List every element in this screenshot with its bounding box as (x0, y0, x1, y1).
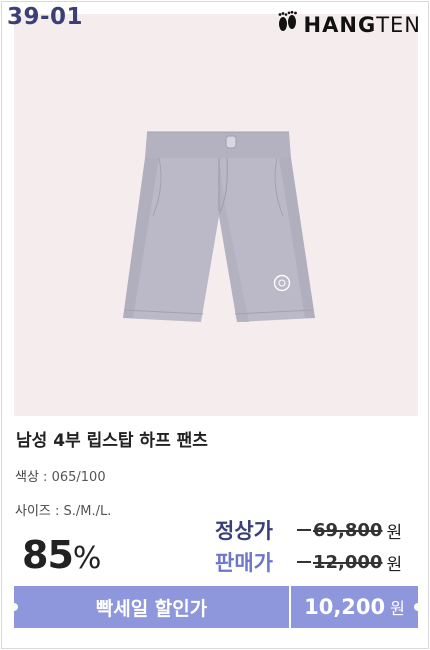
size-info: 사이즈 : S./M./L. (15, 504, 112, 519)
promo-price-bar[interactable]: 빡세일 할인가 10,200 원 (10, 586, 422, 628)
regular-price-row: 정상가 69,800 원 (215, 515, 402, 545)
ticket-notch-left (10, 603, 18, 611)
promo-price-value: 10,200 (304, 595, 386, 619)
brand-wordmark: HANGTEN (303, 13, 421, 37)
sale-price-label: 판매가 (215, 551, 273, 575)
product-image[interactable] (14, 14, 418, 416)
sale-price-unit: 원 (386, 554, 403, 575)
strike-dash (297, 561, 311, 563)
brand-logo: HANGTEN (277, 10, 421, 39)
sale-price-value: 12,000 (313, 551, 383, 573)
promo-label: 빡세일 할인가 (95, 597, 208, 620)
shorts-illustration (119, 106, 319, 330)
color-value: 065/100 (51, 470, 106, 485)
size-value: S./M./L. (63, 504, 112, 519)
ticket-notch-right (414, 603, 422, 611)
regular-price-unit: 원 (386, 522, 403, 543)
promo-price-unit: 원 (390, 599, 405, 618)
product-code: 39-01 (7, 4, 84, 30)
color-info: 색상 : 065/100 (15, 470, 106, 485)
discount-rate: 85% (22, 533, 101, 577)
strike-dash (297, 529, 311, 531)
sale-price-row: 판매가 12,000 원 (215, 547, 402, 577)
product-card[interactable]: 39-01 HANGTEN 남성 4부 립스탑 하프 팬츠 색상 : 065/1… (1, 1, 429, 649)
product-title[interactable]: 남성 4부 립스탑 하프 팬츠 (16, 426, 208, 451)
size-label: 사이즈 (15, 504, 51, 519)
circle-logo-icon (273, 274, 291, 292)
footprints-icon (277, 10, 299, 39)
promo-price: 10,200 원 (291, 586, 418, 628)
color-label: 색상 (15, 470, 39, 485)
regular-price-label: 정상가 (215, 519, 273, 543)
regular-price-value: 69,800 (313, 519, 383, 541)
